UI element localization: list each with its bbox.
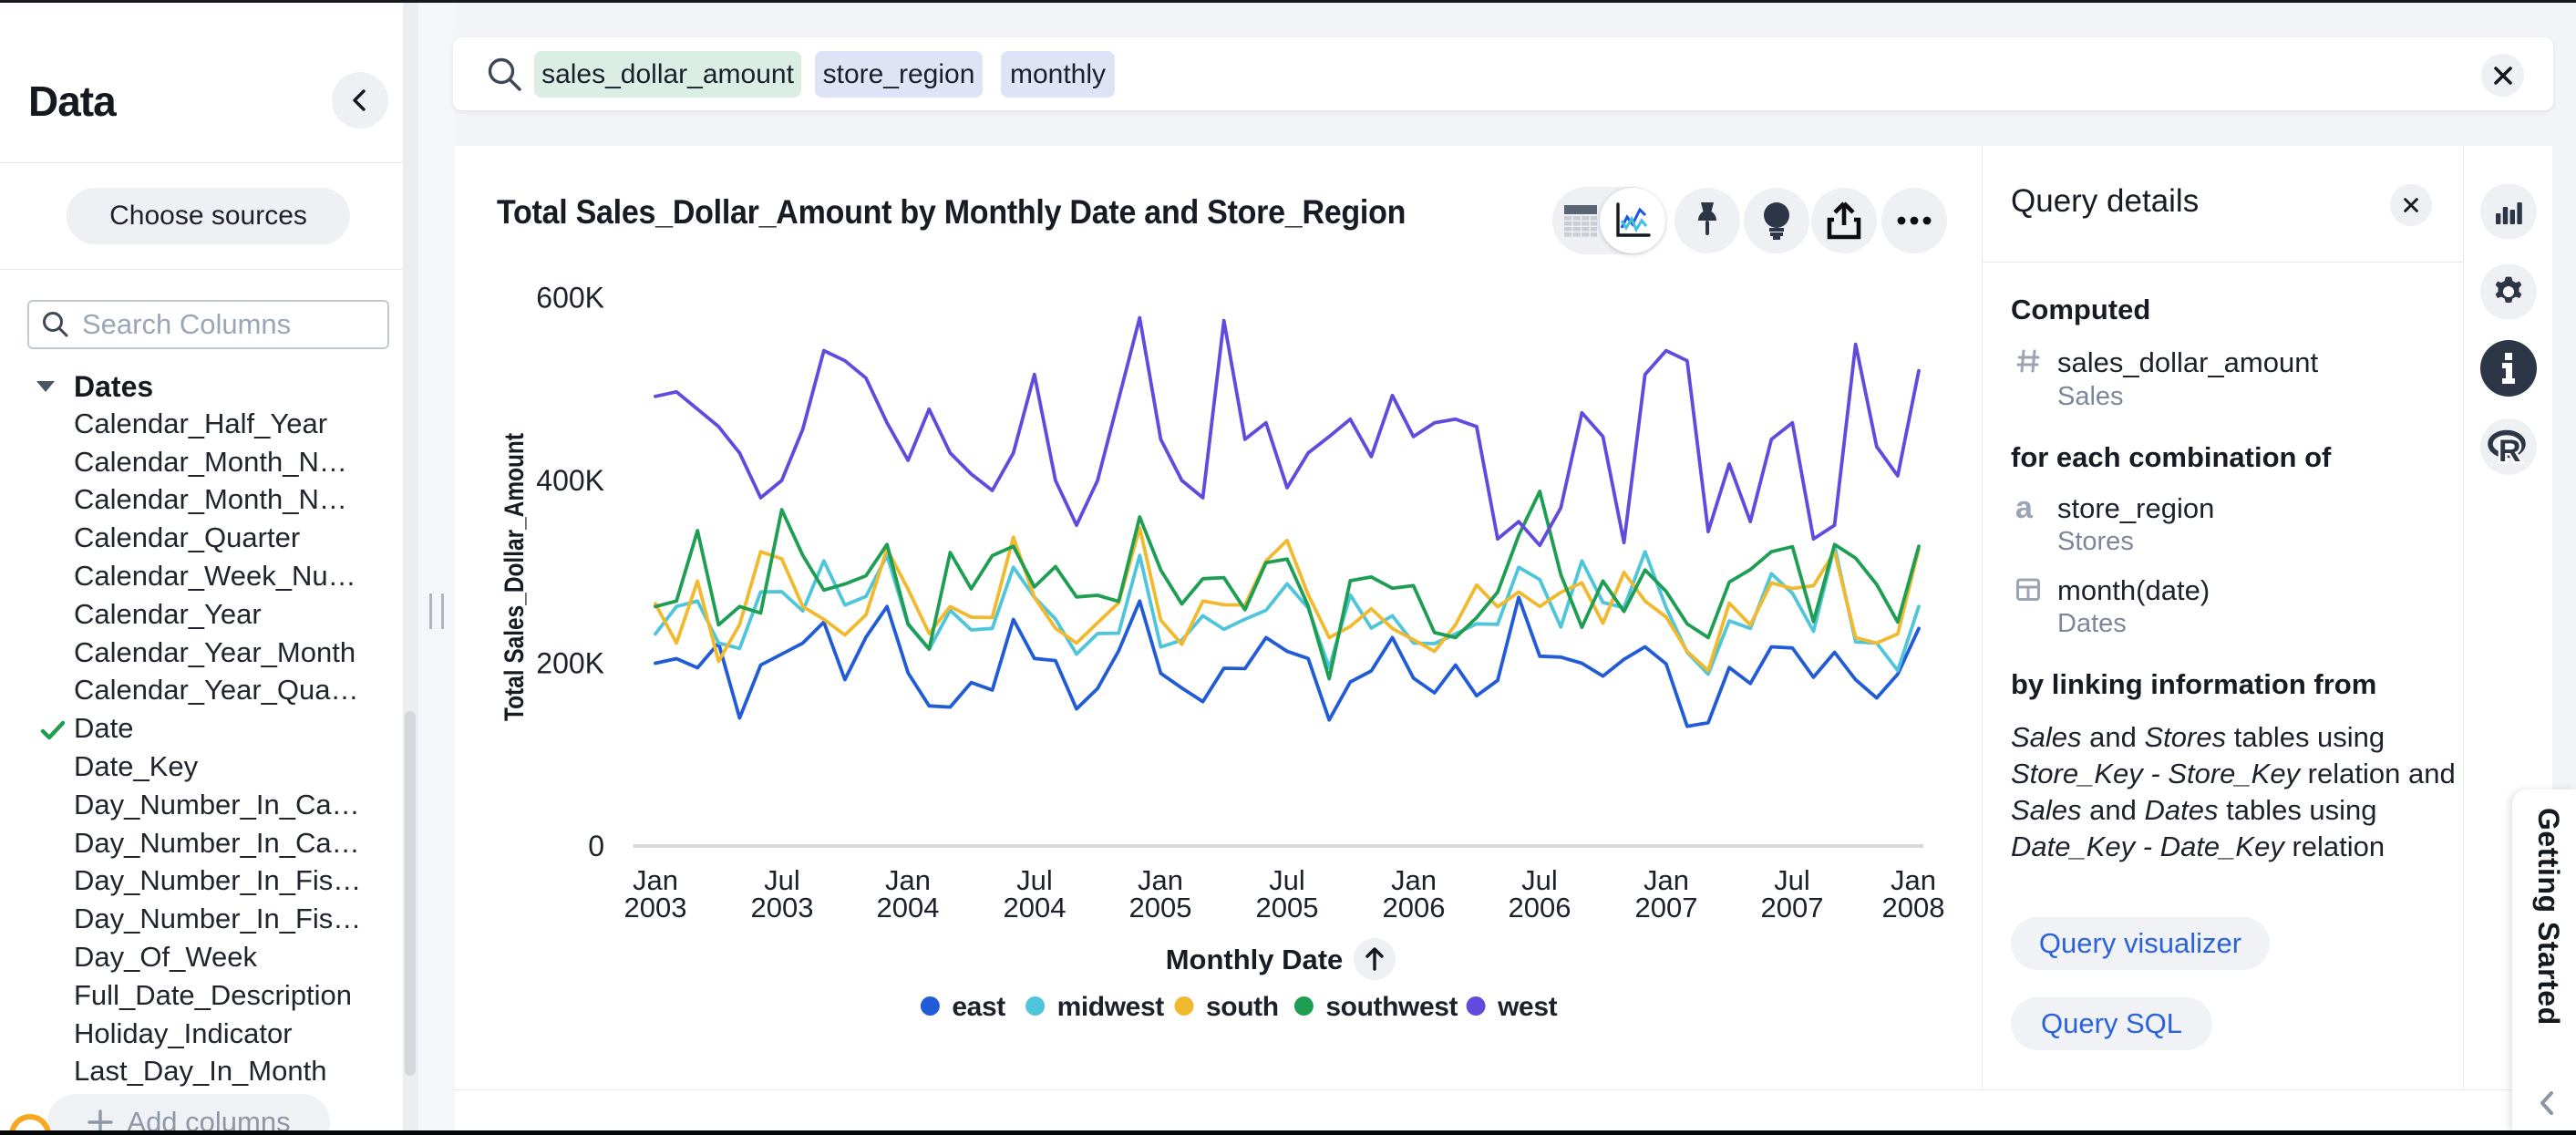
svg-text:west: west	[1497, 992, 1558, 1022]
svg-text:2003: 2003	[624, 892, 687, 923]
svg-text:2005: 2005	[1129, 892, 1192, 923]
svg-text:600K: 600K	[536, 282, 604, 315]
svg-text:midwest: midwest	[1057, 992, 1165, 1022]
svg-text:2007: 2007	[1635, 892, 1698, 923]
svg-text:2008: 2008	[1882, 892, 1945, 923]
svg-text:2003: 2003	[751, 892, 814, 923]
svg-text:south: south	[1206, 992, 1279, 1022]
svg-text:Monthly Date: Monthly Date	[1166, 944, 1344, 975]
svg-text:2006: 2006	[1383, 892, 1446, 923]
svg-text:200K: 200K	[536, 647, 604, 680]
svg-text:R: R	[2499, 434, 2521, 464]
svg-text:2007: 2007	[1761, 892, 1824, 923]
svg-text:400K: 400K	[536, 464, 604, 497]
svg-text:0: 0	[588, 830, 604, 862]
svg-text:Total Sales_Dollar_Amount: Total Sales_Dollar_Amount	[500, 433, 530, 721]
svg-text:2005: 2005	[1256, 892, 1319, 923]
svg-text:southwest: southwest	[1325, 992, 1458, 1022]
svg-text:east: east	[952, 992, 1005, 1022]
svg-text:2004: 2004	[1004, 892, 1066, 923]
svg-text:2004: 2004	[877, 892, 940, 923]
svg-text:2006: 2006	[1509, 892, 1571, 923]
